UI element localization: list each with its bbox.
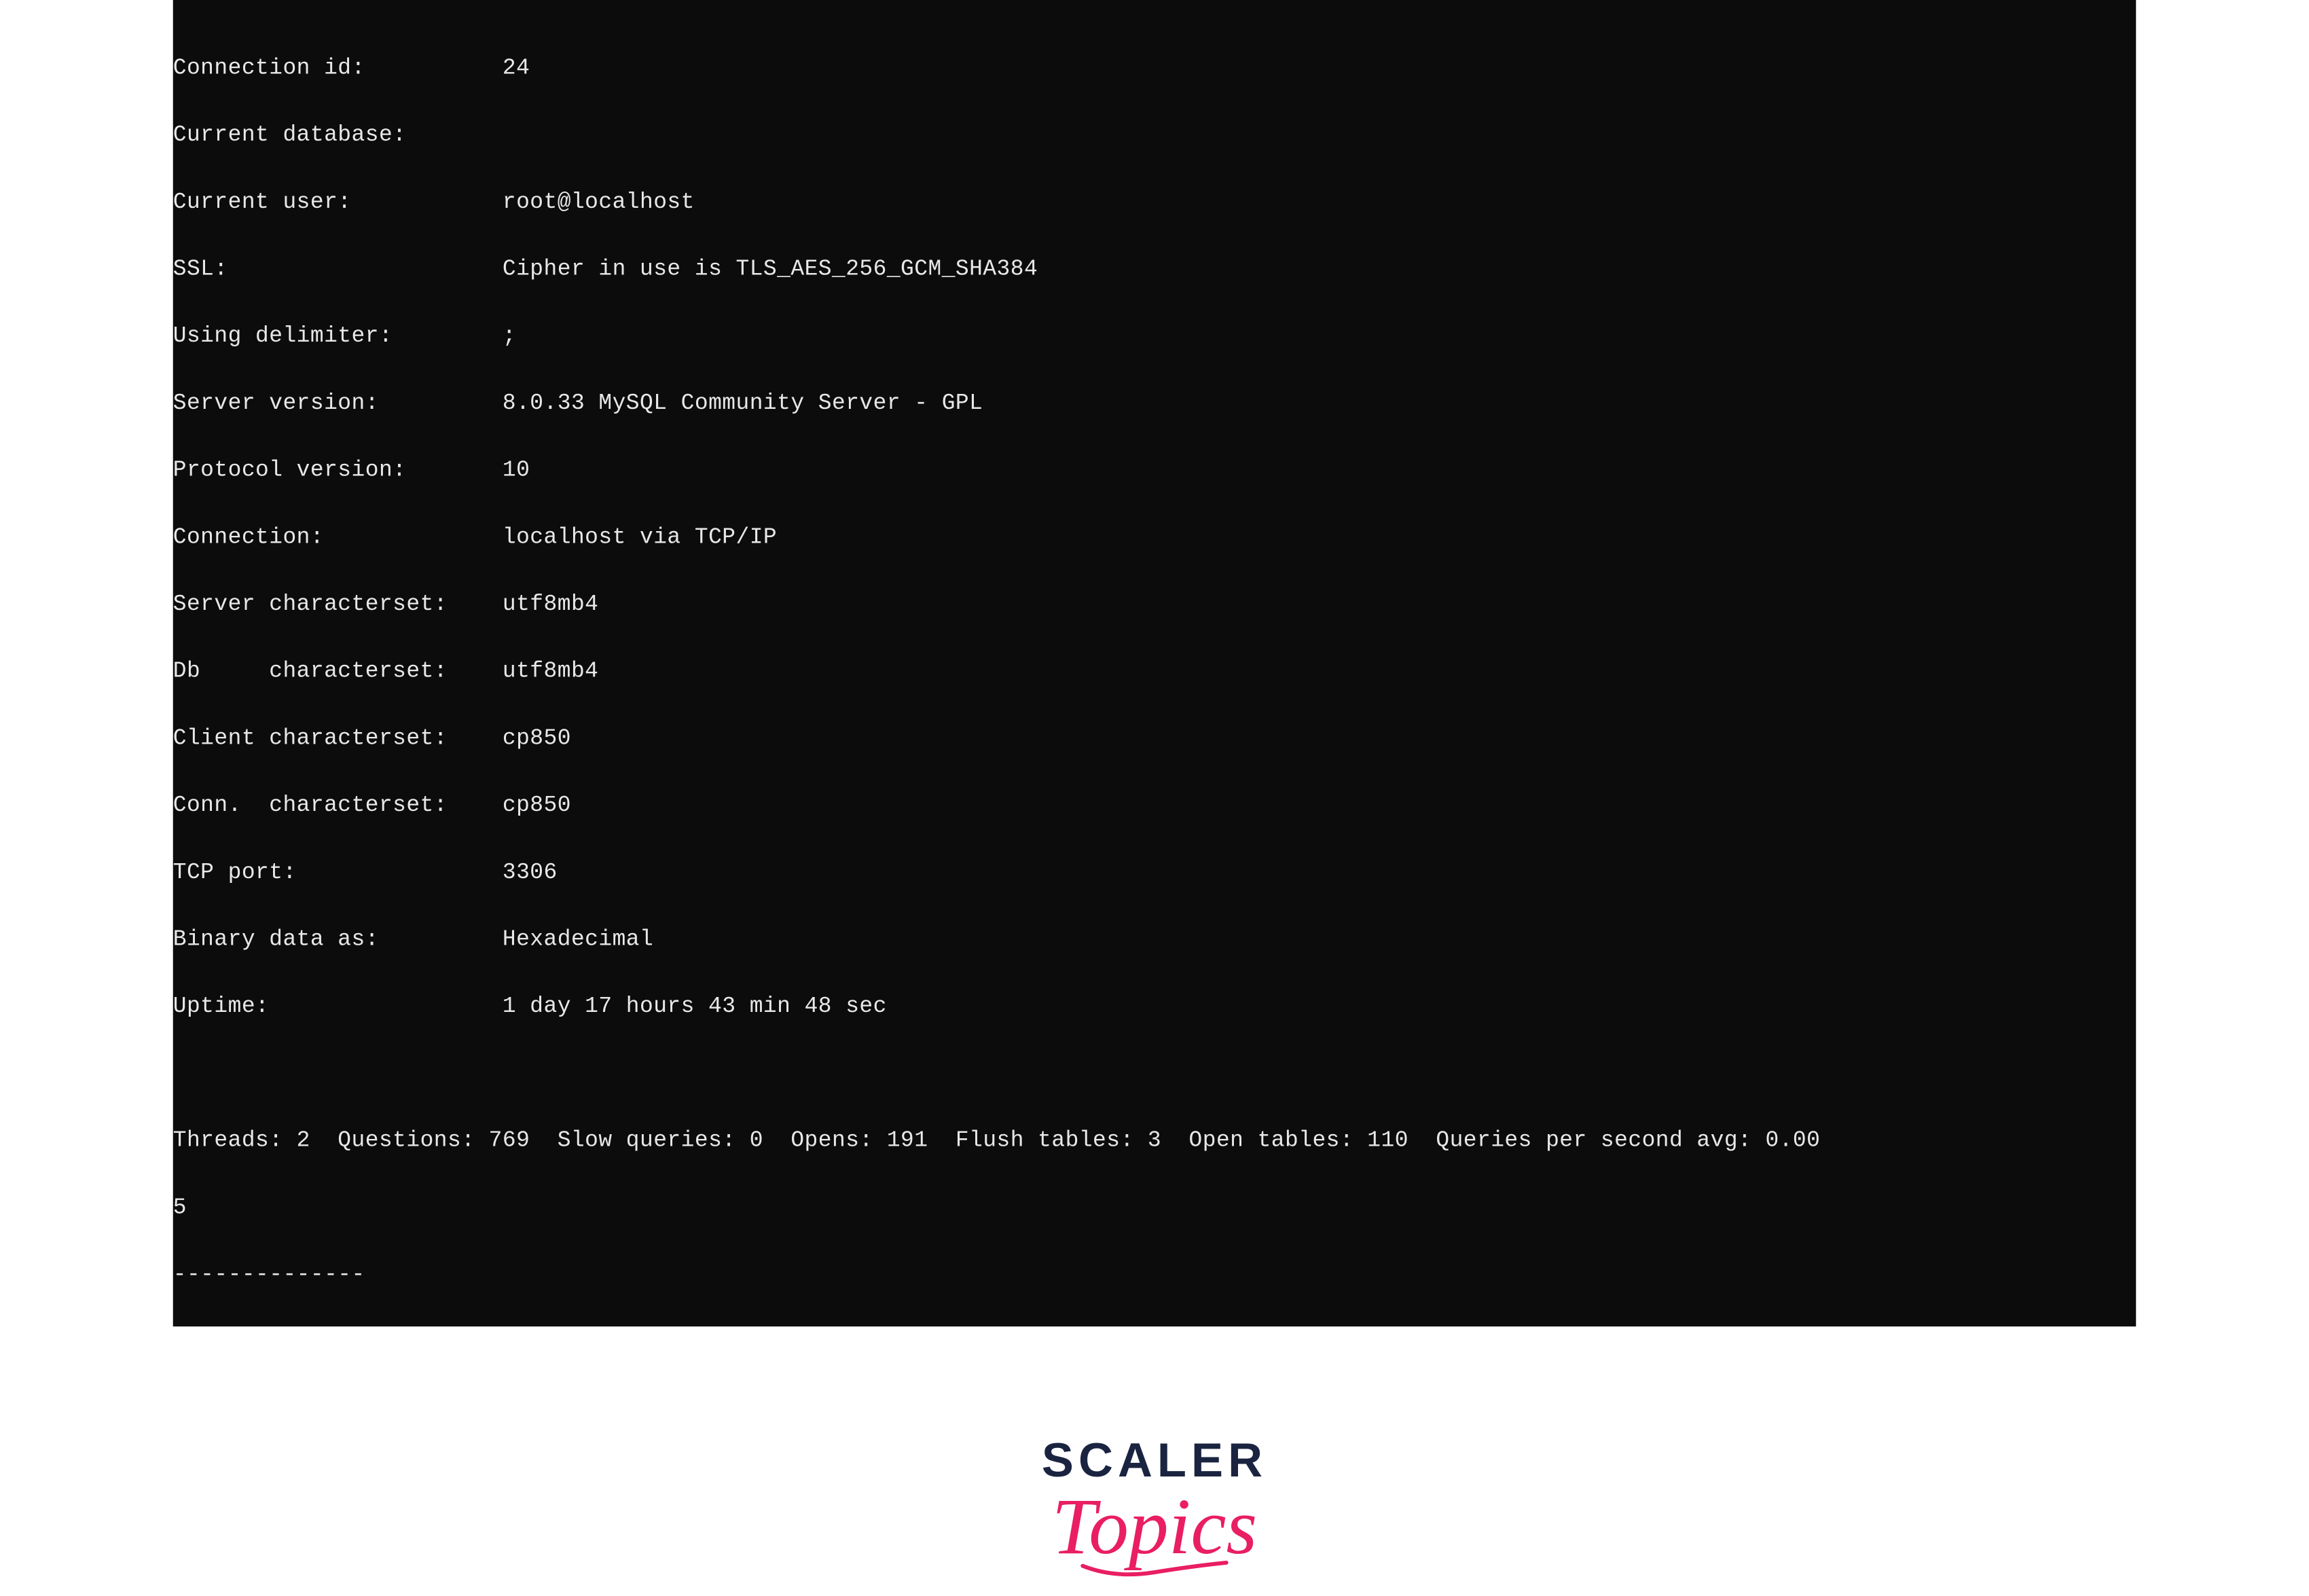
- status-row-tcp-port: TCP port: 3306: [173, 857, 2137, 890]
- status-row-protocol-version: Protocol version: 10: [173, 455, 2137, 488]
- status-value: root@localhost: [503, 187, 695, 220]
- status-value: 24: [503, 53, 530, 86]
- status-value: 8.0.33 MySQL Community Server - GPL: [503, 388, 983, 421]
- status-label: Conn. characterset:: [173, 791, 503, 824]
- status-label: Client characterset:: [173, 723, 503, 757]
- status-label: TCP port:: [173, 857, 503, 890]
- svg-text:Topics: Topics: [1052, 1486, 1258, 1571]
- stats-wrap-line: 5: [173, 1193, 2137, 1226]
- status-value: ;: [503, 321, 516, 355]
- status-row-current-database: Current database:: [173, 120, 2137, 153]
- status-row-connection-id: Connection id: 24: [173, 53, 2137, 86]
- status-row-ssl: SSL: Cipher in use is TLS_AES_256_GCM_SH…: [173, 254, 2137, 287]
- status-row-db-charset: Db characterset: utf8mb4: [173, 656, 2137, 689]
- status-value: 3306: [503, 857, 558, 890]
- status-label: Connection id:: [173, 53, 503, 86]
- status-value: localhost via TCP/IP: [503, 522, 777, 556]
- status-value: utf8mb4: [503, 589, 599, 622]
- logo-text-scaler: SCALER: [173, 1438, 2137, 1487]
- status-row-delimiter: Using delimiter: ;: [173, 321, 2137, 355]
- status-row-client-charset: Client characterset: cp850: [173, 723, 2137, 757]
- status-label: Server version:: [173, 388, 503, 421]
- terminal-window[interactable]: mysql> STATUS; -------------- C:\Program…: [173, 0, 2137, 1326]
- status-label: Current database:: [173, 120, 503, 153]
- status-label: Connection:: [173, 522, 503, 556]
- scaler-topics-logo: SCALER Topics: [173, 1438, 2137, 1596]
- status-label: Db characterset:: [173, 656, 503, 689]
- status-row-current-user: Current user: root@localhost: [173, 187, 2137, 220]
- stats-line: Threads: 2 Questions: 769 Slow queries: …: [173, 1125, 2137, 1159]
- status-row-uptime: Uptime: 1 day 17 hours 43 min 48 sec: [173, 992, 2137, 1025]
- blank-line: [173, 0, 2137, 20]
- status-row-server-charset: Server characterset: utf8mb4: [173, 589, 2137, 622]
- status-value: cp850: [503, 723, 571, 757]
- status-value: Hexadecimal: [503, 924, 653, 958]
- status-label: Uptime:: [173, 992, 503, 1025]
- status-value: utf8mb4: [503, 656, 599, 689]
- status-row-binary-data: Binary data as: Hexadecimal: [173, 924, 2137, 958]
- blank-line: [173, 1058, 2137, 1091]
- status-value: 10: [503, 455, 530, 488]
- separator-bottom: --------------: [173, 1259, 2137, 1292]
- status-label: Current user:: [173, 187, 503, 220]
- status-label: SSL:: [173, 254, 503, 287]
- status-row-connection: Connection: localhost via TCP/IP: [173, 522, 2137, 556]
- status-label: Binary data as:: [173, 924, 503, 958]
- status-value: Cipher in use is TLS_AES_256_GCM_SHA384: [503, 254, 1038, 287]
- status-label: Protocol version:: [173, 455, 503, 488]
- status-row-conn-charset: Conn. characterset: cp850: [173, 791, 2137, 824]
- logo-text-topics: Topics: [1027, 1486, 1282, 1588]
- status-row-server-version: Server version: 8.0.33 MySQL Community S…: [173, 388, 2137, 421]
- status-value: cp850: [503, 791, 571, 824]
- status-label: Server characterset:: [173, 589, 503, 622]
- status-value: 1 day 17 hours 43 min 48 sec: [503, 992, 887, 1025]
- status-label: Using delimiter:: [173, 321, 503, 355]
